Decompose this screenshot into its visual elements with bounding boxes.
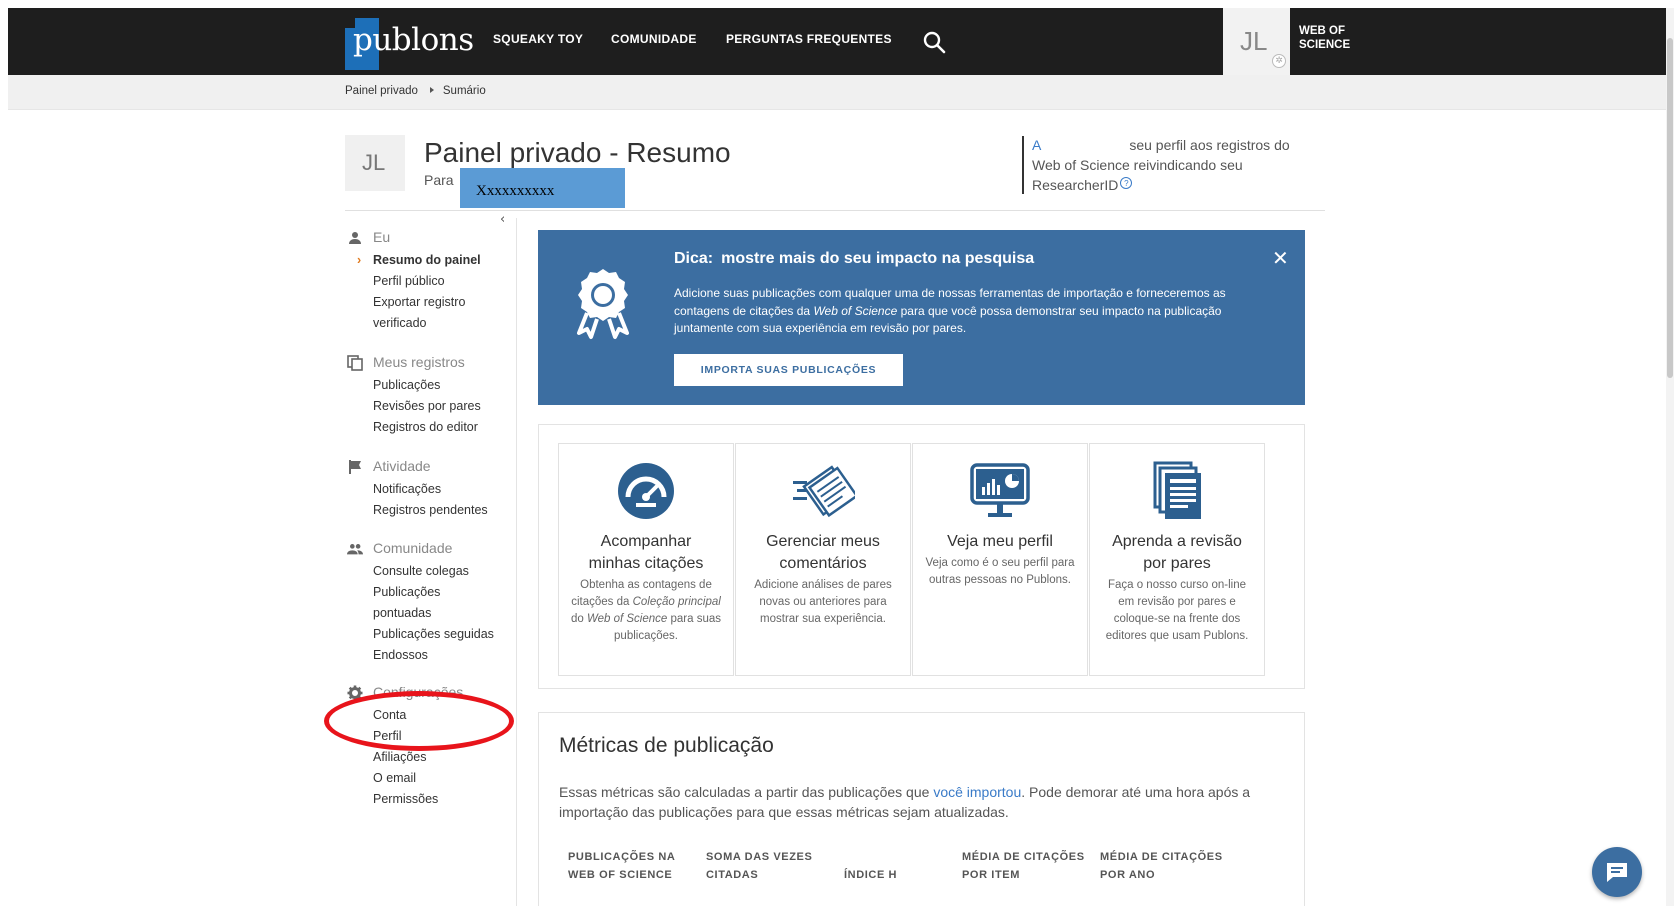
sidebar-item-publicacoes-pontuadas[interactable]: Publicações (345, 582, 494, 603)
metric-header-h-index: ÍNDICE H (844, 869, 898, 881)
speedometer-icon (618, 463, 674, 519)
sidebar-item-registros-do-editor[interactable]: Registros do editor (345, 417, 481, 438)
sidebar-item-endossos[interactable]: Endossos (345, 645, 494, 666)
metric-header-citations-sum: SOMA DAS VEZES CITADAS (706, 851, 813, 881)
tip-banner: Dica: mostre mais do seu impacto na pesqu… (538, 230, 1305, 405)
chevron-right-icon: › (357, 253, 362, 267)
card-description: Obtenha as contagens de citações da Cole… (570, 579, 722, 642)
publication-metrics-panel: Métricas de publicação Essas métricas sã… (538, 712, 1305, 906)
card-learn-peer-review[interactable]: Aprenda a revisão por pares Faça o nosso … (1089, 443, 1265, 676)
nav-link-faq[interactable]: PERGUNTAS FREQUENTES (726, 32, 892, 46)
annotation-highlight-oval (324, 691, 514, 751)
redacted-name: Xxxxxxxxxx (460, 168, 625, 208)
search-icon[interactable] (922, 30, 946, 54)
sidebar-item-permissoes[interactable]: Permissões (345, 789, 438, 810)
browser-page: publons SQUEAKY TOY COMUNIDADE PERGUNTAS… (8, 8, 1666, 906)
card-title: Acompanhar minhas citações (588, 533, 704, 572)
sidebar-item-registros-pendentes[interactable]: Registros pendentes (345, 500, 488, 521)
page-title: Painel privado - Resumo (424, 137, 731, 168)
breadcrumb-separator-icon (429, 87, 434, 93)
vertical-scrollbar[interactable] (1666, 8, 1674, 906)
copy-icon (347, 355, 363, 371)
documents-icon (793, 465, 855, 518)
metric-header-publications: PUBLICAÇÕES NA WEB OF SCIENCE (568, 851, 676, 881)
card-description: Adicione análises de pares novas ou ante… (754, 579, 892, 625)
card-title: Aprenda a revisão por pares (1112, 533, 1242, 572)
web-of-science-link[interactable]: WEB OF SCIENCE (1299, 24, 1369, 52)
chat-button[interactable] (1592, 847, 1642, 897)
claim-researcherid-note: Aseu perfil aos registros do Web of Scie… (1032, 137, 1290, 193)
award-ribbon-icon (577, 269, 629, 339)
sidebar: ‹ Eu › Resumo do painel Perfil público Ex… (345, 212, 517, 906)
collapse-sidebar-icon[interactable]: ‹ (500, 212, 505, 227)
metrics-description: Essas métricas são calculadas a partir d… (559, 784, 1251, 820)
top-navbar: publons SQUEAKY TOY COMUNIDADE PERGUNTAS… (8, 8, 1666, 75)
publons-logo[interactable]: publons (345, 18, 474, 70)
card-title: Veja meu perfil (947, 533, 1053, 550)
card-title: Gerenciar meus comentários (766, 533, 880, 572)
sidebar-item-exportar-registro[interactable]: Exportar registro (345, 292, 481, 313)
card-track-citations[interactable]: Acompanhar minhas citações Obtenha as con… (558, 443, 734, 676)
breadcrumb-bar: Painel privado Sumário (8, 75, 1666, 110)
sidebar-item-notificacoes[interactable]: Notificações (345, 479, 488, 500)
claim-link[interactable]: A (1032, 137, 1041, 153)
sidebar-item-perfil-publico[interactable]: Perfil público (345, 271, 481, 292)
metrics-title: Métricas de publicação (559, 734, 774, 757)
help-icon[interactable]: ? (1120, 177, 1133, 189)
sidebar-section-meus-registros: Meus registros Publicações Revisões por … (345, 353, 481, 438)
sidebar-item-publicacoes-seguidas[interactable]: Publicações seguidas (345, 624, 494, 645)
card-manage-reviews[interactable]: Gerenciar meus comentários Adicione análi… (735, 443, 911, 676)
breadcrumb-sumario[interactable]: Sumário (443, 85, 486, 97)
sidebar-item-verificado[interactable]: verificado (345, 313, 481, 334)
card-description: Faça o nosso curso on-line em revisão po… (1105, 579, 1249, 642)
sidebar-item-publicacoes[interactable]: Publicações (345, 375, 481, 396)
close-icon[interactable]: ✕ (1272, 246, 1289, 270)
stacked-pages-icon (1153, 461, 1201, 519)
user-avatar-menu[interactable]: JL ✲ (1223, 8, 1290, 75)
sidebar-section-atividade: Atividade Notificações Registros pendent… (345, 457, 488, 521)
avatar-initials: JL (1240, 26, 1268, 56)
for-label: Para (424, 172, 454, 188)
flag-icon (349, 460, 361, 474)
sidebar-item-revisoes-por-pares[interactable]: Revisões por pares (345, 396, 481, 417)
metric-header-avg-per-year: MÉDIA DE CITAÇÕES POR ANO (1100, 851, 1223, 881)
header-divider (345, 210, 1325, 211)
sidebar-item-o-email[interactable]: O email (345, 768, 438, 789)
action-cards: Acompanhar minhas citações Obtenha as con… (538, 424, 1305, 689)
scrollbar-thumb[interactable] (1667, 38, 1673, 378)
nav-link-comunidade[interactable]: COMUNIDADE (611, 32, 697, 46)
people-icon (347, 544, 363, 555)
person-icon (349, 232, 361, 244)
chat-bubble-icon (1607, 863, 1627, 882)
monitor-chart-icon (970, 463, 1030, 517)
metric-header-avg-per-item: MÉDIA DE CITAÇÕES POR ITEM (962, 851, 1085, 881)
breadcrumb: Painel privado Sumário (345, 85, 486, 97)
card-view-profile[interactable]: Veja meu perfil Veja como é o seu perfil… (912, 443, 1088, 676)
claim-divider (1022, 136, 1024, 194)
tip-title: Dica: mostre mais do seu impacto na pesqu… (674, 250, 1035, 267)
nav-link-squeaky-toy[interactable]: SQUEAKY TOY (493, 32, 583, 46)
settings-badge-icon: ✲ (1272, 54, 1286, 68)
sidebar-item-pontuadas[interactable]: pontuadas (345, 603, 494, 624)
sidebar-item-resumo-do-painel[interactable]: › Resumo do painel (345, 250, 481, 271)
sidebar-item-consulte-colegas[interactable]: Consulte colegas (345, 561, 494, 582)
tip-body: Adicione suas publicações com qualquer u… (674, 286, 1226, 335)
card-description: Veja como é o seu perfil para outras pes… (925, 557, 1075, 586)
import-publications-button[interactable]: IMPORTA SUAS PUBLICAÇÕES (674, 354, 903, 386)
profile-avatar: JL (345, 135, 405, 191)
imported-link[interactable]: você importou (933, 784, 1021, 800)
sidebar-section-eu: Eu › Resumo do painel Perfil público Expo… (345, 228, 481, 334)
sidebar-section-comunidade: Comunidade Consulte colegas Publicações … (345, 539, 494, 666)
breadcrumb-painel-privado[interactable]: Painel privado (345, 85, 418, 97)
